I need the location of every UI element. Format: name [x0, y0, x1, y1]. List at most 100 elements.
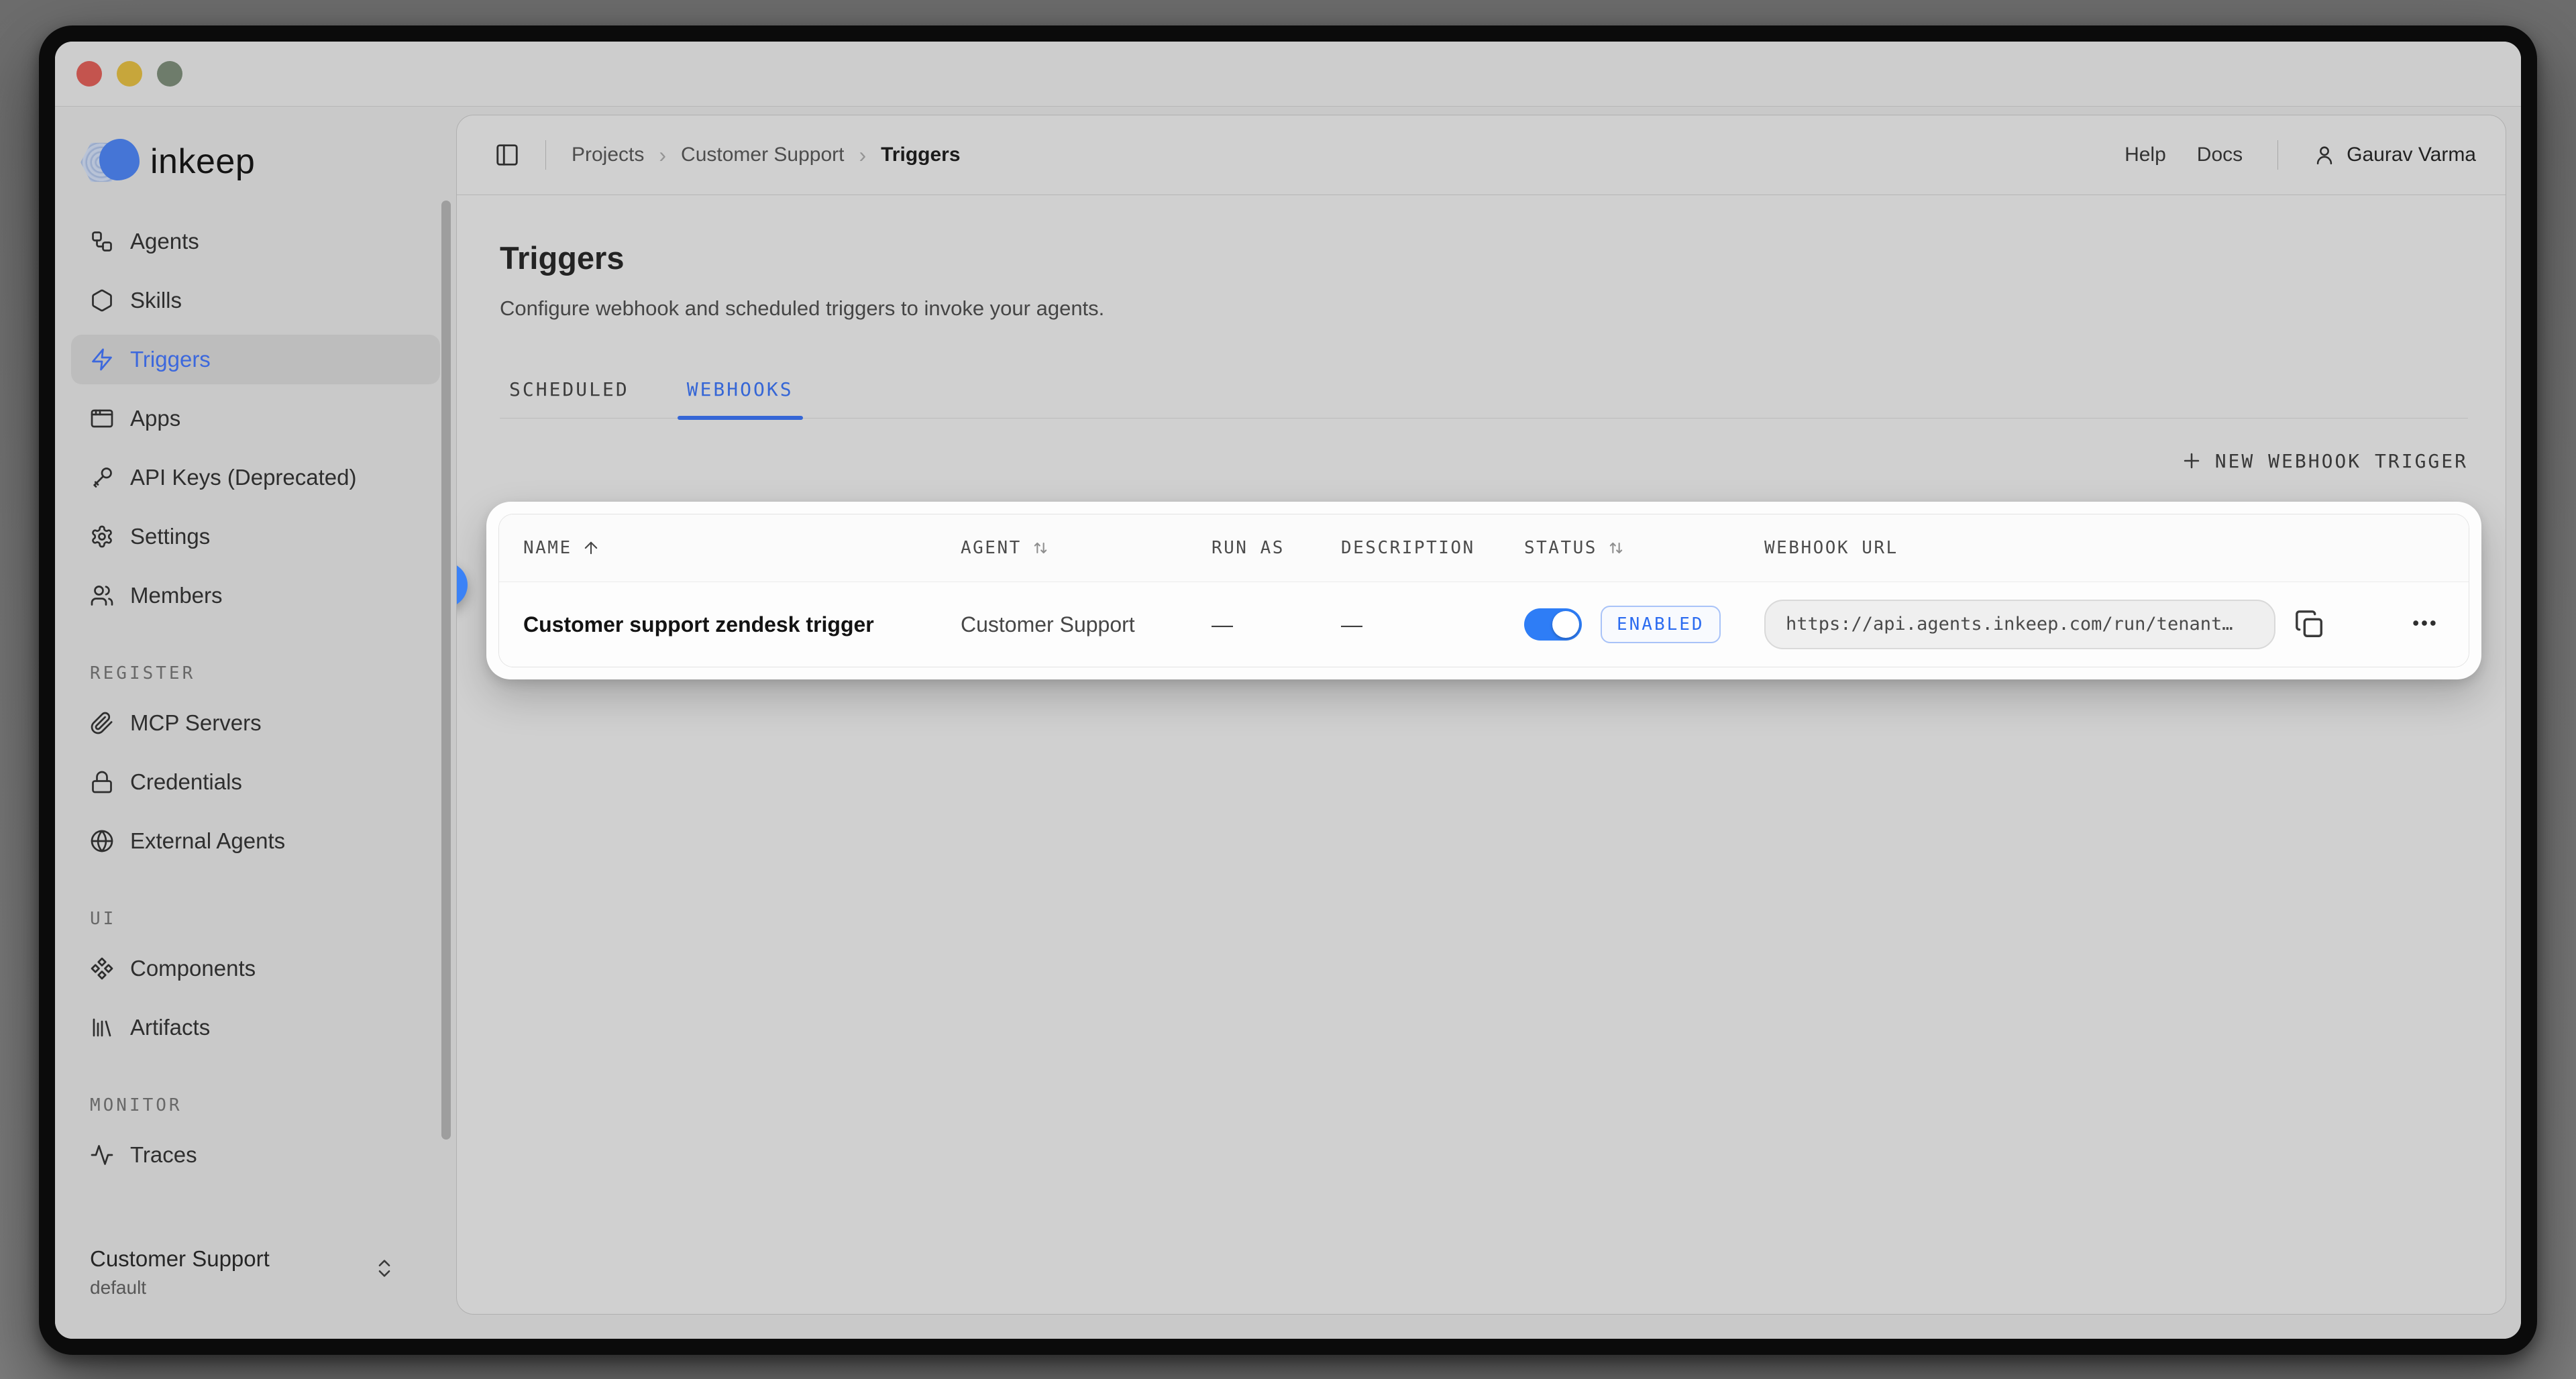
topbar: Projects › Customer Support › Triggers H… [457, 115, 2506, 195]
hexagon-icon [90, 288, 114, 313]
key-icon [90, 465, 114, 490]
sidebar-item-apps[interactable]: Apps [71, 394, 440, 443]
webhook-url-field[interactable]: https://api.agents.inkeep.com/run/tenant… [1764, 600, 2275, 649]
zoom-window-button[interactable] [157, 61, 182, 87]
column-header-run-as: RUN AS [1212, 538, 1341, 558]
page-content: Triggers Configure webhook and scheduled… [457, 195, 2506, 1314]
column-header-status[interactable]: STATUS [1524, 538, 1764, 558]
sort-ascending-icon [582, 539, 600, 557]
sidebar-section-ui: UI [71, 909, 440, 929]
help-link[interactable]: Help [2125, 144, 2166, 166]
project-switcher[interactable]: Customer Support default [71, 1239, 440, 1299]
column-label: STATUS [1524, 538, 1597, 558]
project-switcher-project: Customer Support [90, 1246, 421, 1272]
breadcrumb-customer-support[interactable]: Customer Support [681, 144, 844, 166]
breadcrumb-separator: › [859, 143, 866, 168]
sidebar-item-traces[interactable]: Traces [71, 1130, 440, 1180]
sidebar-scrollbar[interactable] [441, 201, 451, 1140]
ellipsis-icon [2410, 608, 2439, 638]
status-badge: ENABLED [1601, 606, 1721, 643]
sidebar-item-label: Members [130, 583, 223, 608]
sidebar-item-artifacts[interactable]: Artifacts [71, 1003, 440, 1052]
sidebar-item-label: Settings [130, 524, 210, 549]
column-header-name[interactable]: NAME [523, 538, 961, 558]
webhook-triggers-table: NAME AGENT RUN AS [498, 514, 2469, 667]
sidebar-item-label: Apps [130, 406, 180, 431]
column-header-webhook-url: WEBHOOK URL [1764, 538, 2469, 558]
user-icon [2313, 144, 2336, 166]
sidebar-item-label: Components [130, 956, 256, 981]
sidebar-item-members[interactable]: Members [71, 571, 440, 620]
minimize-window-button[interactable] [117, 61, 142, 87]
trigger-run-as: — [1212, 612, 1341, 637]
topbar-divider [545, 140, 546, 170]
inkeep-logo-icon [80, 137, 140, 186]
sidebar-item-label: Agents [130, 229, 199, 254]
inkeep-logo-wordmark: inkeep [150, 142, 255, 182]
status-toggle[interactable] [1524, 608, 1582, 641]
breadcrumb-separator: › [659, 143, 666, 168]
sidebar-item-label: Triggers [130, 347, 211, 372]
users-icon [90, 584, 114, 608]
sidebar-item-label: MCP Servers [130, 710, 262, 736]
window-titlebar [55, 42, 2521, 107]
trigger-status-cell: ENABLED [1524, 606, 1764, 643]
sidebar-item-label: External Agents [130, 828, 285, 854]
sort-icon [1031, 539, 1050, 557]
copy-icon [2294, 609, 2325, 640]
new-webhook-trigger-button[interactable]: NEW WEBHOOK TRIGGER [2180, 449, 2468, 472]
zap-icon [90, 347, 114, 372]
copy-url-button[interactable] [2294, 609, 2325, 640]
project-switcher-graph: default [90, 1277, 421, 1299]
breadcrumb-triggers: Triggers [881, 144, 960, 166]
breadcrumb: Projects › Customer Support › Triggers [572, 143, 961, 168]
sidebar-section-monitor: MONITOR [71, 1095, 440, 1115]
paperclip-icon [90, 711, 114, 735]
sidebar-item-settings[interactable]: Settings [71, 512, 440, 561]
component-icon [90, 956, 114, 981]
sidebar-item-label: Artifacts [130, 1015, 210, 1040]
breadcrumb-projects[interactable]: Projects [572, 144, 644, 166]
tab-scheduled[interactable]: SCHEDULED [500, 378, 639, 418]
trigger-description: — [1341, 612, 1524, 637]
sidebar-item-components[interactable]: Components [71, 944, 440, 993]
plus-icon [2180, 449, 2203, 472]
app-window-icon [90, 406, 114, 431]
lock-icon [90, 770, 114, 794]
tab-webhooks[interactable]: WEBHOOKS [678, 378, 803, 418]
sidebar-toggle-button[interactable] [494, 142, 520, 168]
row-actions-menu-button[interactable] [2410, 608, 2453, 641]
activity-icon [90, 1143, 114, 1167]
sidebar-item-agents[interactable]: Agents [71, 217, 440, 266]
sidebar-item-api-keys[interactable]: API Keys (Deprecated) [71, 453, 440, 502]
column-label: NAME [523, 538, 572, 558]
library-icon [90, 1015, 114, 1040]
page-title: Triggers [500, 239, 2468, 276]
column-header-description: DESCRIPTION [1341, 538, 1524, 558]
column-header-agent[interactable]: AGENT [961, 538, 1212, 558]
annotation-step-badge: 1 [456, 562, 468, 608]
column-label: DESCRIPTION [1341, 538, 1475, 558]
app-window: inkeep Agents Skills Triggers [39, 25, 2537, 1355]
toggle-knob [1552, 611, 1579, 638]
column-label: WEBHOOK URL [1764, 538, 1898, 558]
close-window-button[interactable] [76, 61, 102, 87]
trigger-name: Customer support zendesk trigger [523, 612, 961, 637]
trigger-tabs: SCHEDULED WEBHOOKS [500, 378, 2468, 419]
desktop-background: inkeep Agents Skills Triggers [0, 0, 2576, 1379]
sidebar-item-credentials[interactable]: Credentials [71, 757, 440, 807]
panel-left-icon [494, 142, 520, 168]
trigger-webhook-url-cell: https://api.agents.inkeep.com/run/tenant… [1764, 600, 2469, 649]
sidebar-item-triggers[interactable]: Triggers [71, 335, 440, 384]
user-name: Gaurav Varma [2347, 144, 2476, 166]
table-row: Customer support zendesk trigger Custome… [499, 582, 2469, 667]
sidebar-item-external-agents[interactable]: External Agents [71, 816, 440, 866]
sidebar-nav: Agents Skills Triggers Apps [71, 217, 440, 1189]
inkeep-logo: inkeep [80, 137, 440, 186]
docs-link[interactable]: Docs [2197, 144, 2243, 166]
sidebar: inkeep Agents Skills Triggers [55, 107, 456, 1339]
trigger-agent: Customer Support [961, 612, 1212, 637]
sidebar-item-skills[interactable]: Skills [71, 276, 440, 325]
sidebar-item-mcp-servers[interactable]: MCP Servers [71, 698, 440, 748]
user-menu[interactable]: Gaurav Varma [2313, 144, 2476, 166]
